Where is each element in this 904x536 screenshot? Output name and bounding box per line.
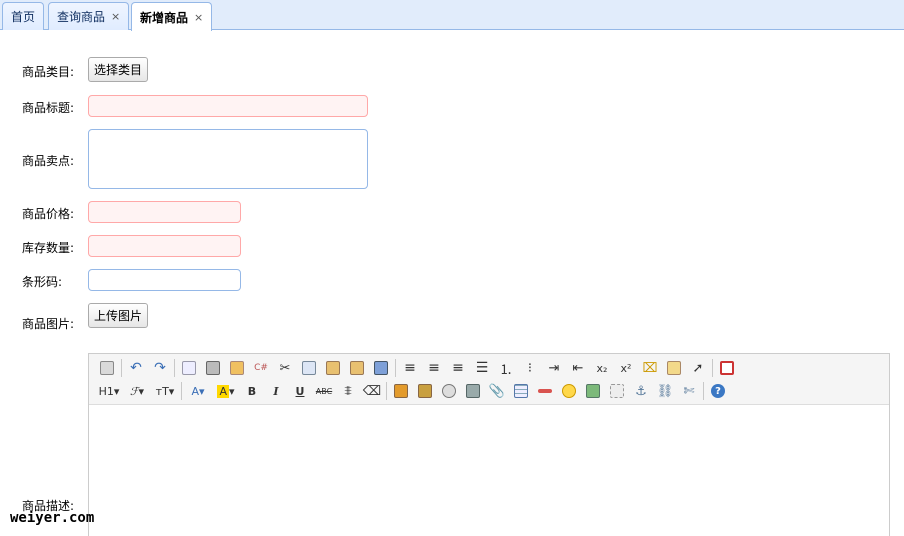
- ordered-list-icon[interactable]: ⒈: [494, 357, 518, 379]
- tab-query-products[interactable]: 查询商品 ×: [48, 2, 130, 30]
- title-input[interactable]: [88, 95, 368, 117]
- tab-home[interactable]: 首页: [2, 2, 45, 30]
- tab-bar: 首页 查询商品 × 新增商品 ×: [0, 0, 904, 31]
- font-color-icon[interactable]: A ▾: [184, 380, 212, 402]
- upload-image-button[interactable]: 上传图片: [88, 303, 149, 328]
- rich-text-editor: ↶ ↷ C# ✂ ≡ ≡ ≡ ☰ ⒈ ⁝ ⇥ ⇤ x₂ x² ⌧ ➚ H1 ▾ …: [88, 353, 890, 536]
- toolbar-separator: [712, 359, 713, 377]
- paste-plain-icon[interactable]: [345, 357, 369, 379]
- editor-toolbar: ↶ ↷ C# ✂ ≡ ≡ ≡ ☰ ⒈ ⁝ ⇥ ⇤ x₂ x² ⌧ ➚ H1 ▾ …: [89, 354, 889, 405]
- heading-icon[interactable]: H1 ▾: [95, 380, 123, 402]
- file-icon[interactable]: 📎: [485, 380, 509, 402]
- barcode-label: 条形码:: [22, 275, 63, 289]
- close-icon[interactable]: ×: [194, 11, 203, 24]
- price-label: 商品价格:: [22, 207, 75, 221]
- toolbar-separator: [386, 382, 387, 400]
- multi-image-icon[interactable]: [413, 380, 437, 402]
- price-input[interactable]: [88, 201, 241, 223]
- quick-format-icon[interactable]: [662, 357, 686, 379]
- paste-word-icon[interactable]: [369, 357, 393, 379]
- undo-icon[interactable]: ↶: [124, 357, 148, 379]
- about-label: ?: [711, 384, 725, 398]
- stock-label: 库存数量:: [22, 241, 75, 255]
- anchor-icon[interactable]: ⚓: [629, 380, 653, 402]
- align-center-icon[interactable]: ≡: [422, 357, 446, 379]
- font-family-icon[interactable]: ℱ▾: [123, 380, 151, 402]
- baidu-map-icon[interactable]: [581, 380, 605, 402]
- emoticons-icon[interactable]: [557, 380, 581, 402]
- subscript-icon[interactable]: x₂: [590, 357, 614, 379]
- clear-html-icon[interactable]: ⌧: [638, 357, 662, 379]
- indent-icon[interactable]: ⇥: [542, 357, 566, 379]
- barcode-input[interactable]: [88, 269, 241, 291]
- about-icon[interactable]: ?: [706, 380, 730, 402]
- media-icon[interactable]: [461, 380, 485, 402]
- outdent-icon[interactable]: ⇤: [566, 357, 590, 379]
- cut-icon[interactable]: ✂: [273, 357, 297, 379]
- flash-icon[interactable]: [437, 380, 461, 402]
- editor-content-area[interactable]: [89, 405, 889, 536]
- image-icon[interactable]: [389, 380, 413, 402]
- copy-icon[interactable]: [297, 357, 321, 379]
- font-color-label: A: [191, 384, 199, 398]
- toolbar-row: ↶ ↷ C# ✂ ≡ ≡ ≡ ☰ ⒈ ⁝ ⇥ ⇤ x₂ x² ⌧ ➚: [95, 357, 883, 379]
- code-icon[interactable]: C#: [249, 357, 273, 379]
- template-icon[interactable]: [225, 357, 249, 379]
- unordered-list-icon[interactable]: ⁝: [518, 357, 542, 379]
- bold-icon[interactable]: B: [240, 380, 264, 402]
- strikethrough-icon[interactable]: ABC: [312, 380, 336, 402]
- tab-label: 首页: [11, 10, 36, 24]
- italic-icon[interactable]: I: [264, 380, 288, 402]
- sellpoint-textarea[interactable]: [88, 129, 368, 189]
- title-label: 商品标题:: [22, 101, 75, 115]
- align-left-icon[interactable]: ≡: [398, 357, 422, 379]
- paste-icon[interactable]: [321, 357, 345, 379]
- line-height-icon[interactable]: ⩨: [336, 380, 360, 402]
- superscript-icon[interactable]: x²: [614, 357, 638, 379]
- toolbar-separator: [181, 382, 182, 400]
- redo-icon[interactable]: ↷: [148, 357, 172, 379]
- highlight-label: A: [217, 384, 229, 398]
- close-icon[interactable]: ×: [111, 10, 120, 23]
- toolbar-separator: [121, 359, 122, 377]
- category-label: 商品类目:: [22, 65, 75, 79]
- toolbar-separator: [395, 359, 396, 377]
- toolbar-row: H1 ▾ ℱ▾ ᴛT▾ A ▾ A ▾ B I U ABC ⩨ ⌫ 📎 ⚓ ⛓ ✄: [95, 380, 883, 402]
- align-right-icon[interactable]: ≡: [446, 357, 470, 379]
- sellpoint-label: 商品卖点:: [22, 154, 75, 168]
- heading-label: H1: [98, 384, 114, 398]
- toolbar-separator: [703, 382, 704, 400]
- highlight-icon[interactable]: A ▾: [212, 380, 240, 402]
- watermark: weiyer.com: [10, 510, 95, 526]
- hr-icon[interactable]: [533, 380, 557, 402]
- tab-label: 查询商品: [57, 10, 106, 24]
- image-label: 商品图片:: [22, 317, 75, 331]
- table-icon[interactable]: [509, 380, 533, 402]
- align-justify-icon[interactable]: ☰: [470, 357, 494, 379]
- font-size-icon[interactable]: ᴛT▾: [151, 380, 179, 402]
- stock-input[interactable]: [88, 235, 241, 257]
- fullscreen-icon[interactable]: [715, 357, 739, 379]
- source-icon[interactable]: [95, 357, 119, 379]
- tab-label: 新增商品: [140, 10, 189, 25]
- underline-icon[interactable]: U: [288, 380, 312, 402]
- toolbar-separator: [174, 359, 175, 377]
- unlink-icon[interactable]: ✄: [677, 380, 701, 402]
- preview-icon[interactable]: [177, 357, 201, 379]
- remove-format-icon[interactable]: ⌫: [360, 380, 384, 402]
- page-break-icon[interactable]: [605, 380, 629, 402]
- select-category-button[interactable]: 选择类目: [88, 57, 149, 82]
- select-all-icon[interactable]: ➚: [686, 357, 710, 379]
- link-icon[interactable]: ⛓: [653, 380, 677, 402]
- tab-add-product[interactable]: 新增商品 ×: [131, 2, 213, 31]
- print-icon[interactable]: [201, 357, 225, 379]
